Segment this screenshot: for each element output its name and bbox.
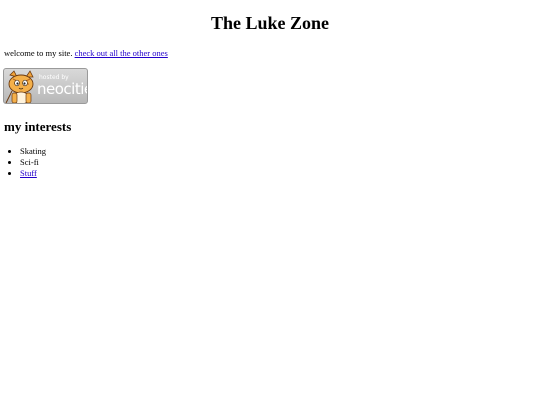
other-sites-link[interactable]: check out all the other ones (75, 48, 168, 58)
badge-brand-name: neocities (37, 80, 87, 98)
interest-item-scifi: Sci-fi (20, 157, 46, 168)
neocities-cat-icon (5, 70, 34, 103)
page: The Luke Zone welcome to my site. check … (0, 0, 540, 405)
interest-item-skating: Skating (20, 146, 46, 157)
hosted-by-neocities-badge[interactable]: hosted by neocities (3, 68, 88, 104)
interest-item-stuff: Stuff (20, 168, 46, 179)
interest-label: Sci-fi (20, 157, 39, 167)
intro-text: welcome to my site. (4, 48, 75, 58)
intro-paragraph: welcome to my site. check out all the ot… (4, 48, 168, 58)
page-title: The Luke Zone (210, 13, 330, 33)
interest-link-stuff[interactable]: Stuff (20, 168, 37, 178)
interest-label: Skating (20, 146, 46, 156)
interests-list: Skating Sci-fi Stuff (4, 146, 46, 179)
interests-heading: my interests (4, 119, 72, 134)
